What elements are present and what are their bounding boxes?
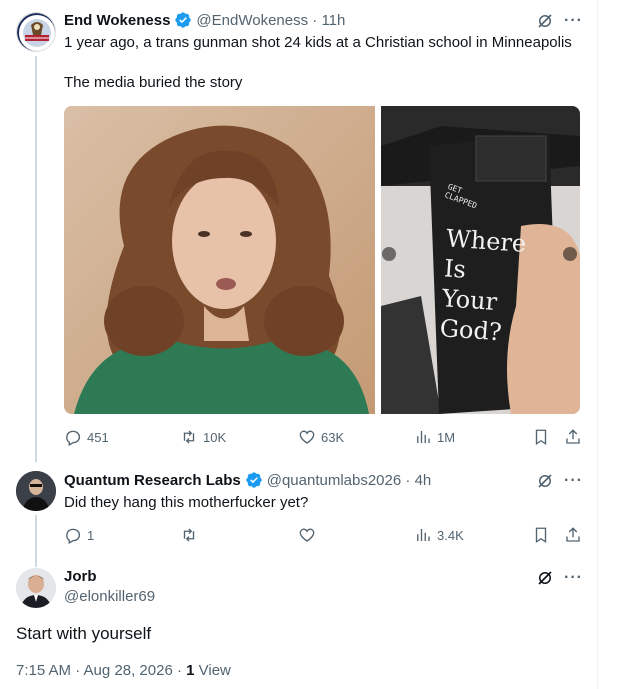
like-icon (299, 528, 315, 542)
handle[interactable]: @elonkiller69 (64, 588, 155, 605)
share-button[interactable] (564, 526, 582, 544)
bookmark-icon (535, 429, 547, 446)
views-count: 3.4K (437, 527, 464, 543)
separator-dot: · (401, 471, 415, 489)
column-border (597, 0, 598, 689)
tweet-meta: 7:15 AM · Aug 28, 2026 · 1 View (16, 662, 231, 679)
avatar[interactable] (16, 568, 56, 608)
more-icon[interactable]: ··· (564, 13, 583, 29)
share-button[interactable] (564, 428, 582, 446)
like-icon (299, 430, 315, 444)
views-icon (417, 431, 430, 443)
handle[interactable]: @EndWokeness (196, 12, 308, 29)
separator-dot: · (308, 11, 322, 29)
like-button[interactable]: 63K (298, 428, 344, 446)
bookmark-button[interactable] (532, 526, 550, 544)
thread-line (35, 515, 37, 567)
reply-icon (66, 430, 81, 446)
display-name[interactable]: End Wokeness (64, 12, 170, 29)
repost-button[interactable] (180, 526, 198, 544)
repost-button[interactable]: 10K (180, 428, 226, 446)
tweet-header: Quantum Research Labs @quantumlabs2026 ·… (64, 471, 431, 489)
repost-count: 10K (203, 429, 227, 445)
avatar[interactable] (16, 471, 56, 511)
views-button[interactable]: 1M (414, 428, 455, 446)
end-wokeness-logo-icon (17, 13, 55, 51)
magazine-handwriting-text: Where Is Your God? (438, 224, 528, 347)
timestamp[interactable]: 11h (321, 12, 345, 29)
like-count: 63K (321, 429, 345, 445)
repost-icon (183, 430, 195, 444)
views-icon (417, 529, 430, 541)
reply-count: 1 (87, 527, 95, 543)
thread-line (35, 56, 37, 462)
reply-button[interactable]: 1 (64, 526, 94, 544)
more-icon[interactable]: ··· (564, 570, 583, 586)
avatar[interactable] (16, 12, 56, 52)
tweet-image-2[interactable]: GET CLAPPED Where Is Your God? (381, 106, 580, 414)
grok-icon[interactable] (536, 472, 554, 490)
tweet-text: Start with yourself (16, 624, 152, 643)
repost-icon (183, 528, 195, 542)
display-name[interactable]: Quantum Research Labs (64, 472, 241, 489)
views-button[interactable]: 3.4K (414, 526, 464, 544)
person-avatar-icon (16, 471, 56, 511)
person-avatar-icon (16, 568, 56, 608)
handle[interactable]: @quantumlabs2026 (267, 472, 402, 489)
tweet-timestamp[interactable]: 7:15 AM · Aug 28, 2026 · (16, 662, 186, 679)
reply-count: 451 (87, 429, 109, 445)
grok-icon[interactable] (536, 12, 554, 30)
views-label: View (194, 662, 231, 679)
verified-badge-icon (175, 12, 192, 28)
tweet-header: End Wokeness @EndWokeness · 11h (64, 11, 345, 29)
reply-icon (66, 528, 81, 544)
display-name[interactable]: Jorb (64, 568, 97, 585)
tweet-text-line1: 1 year ago, a trans gunman shot 24 kids … (64, 34, 572, 51)
tweet-image-1[interactable] (64, 106, 375, 414)
share-icon (566, 429, 580, 444)
tweet-top-actions: ··· (536, 472, 583, 490)
tweet-top-actions: ··· (536, 569, 583, 587)
tweet-header: Jorb (64, 568, 97, 585)
tweet-text-line2: The media buried the story (64, 74, 243, 91)
bookmark-button[interactable] (532, 428, 550, 446)
verified-badge-icon (246, 472, 262, 488)
like-button[interactable] (298, 526, 316, 544)
share-icon (566, 527, 580, 542)
tweet-top-actions: ··· (536, 12, 583, 30)
views-count: 1M (437, 429, 456, 445)
reply-button[interactable]: 451 (64, 428, 109, 446)
bookmark-icon (535, 527, 547, 544)
tweet-text: Did they hang this motherfucker yet? (64, 494, 309, 511)
timestamp[interactable]: 4h (415, 472, 432, 489)
more-icon[interactable]: ··· (564, 473, 583, 489)
grok-icon[interactable] (536, 569, 554, 587)
tweet-handle-row: @elonkiller69 (64, 588, 155, 605)
person-photo-image (64, 106, 375, 414)
